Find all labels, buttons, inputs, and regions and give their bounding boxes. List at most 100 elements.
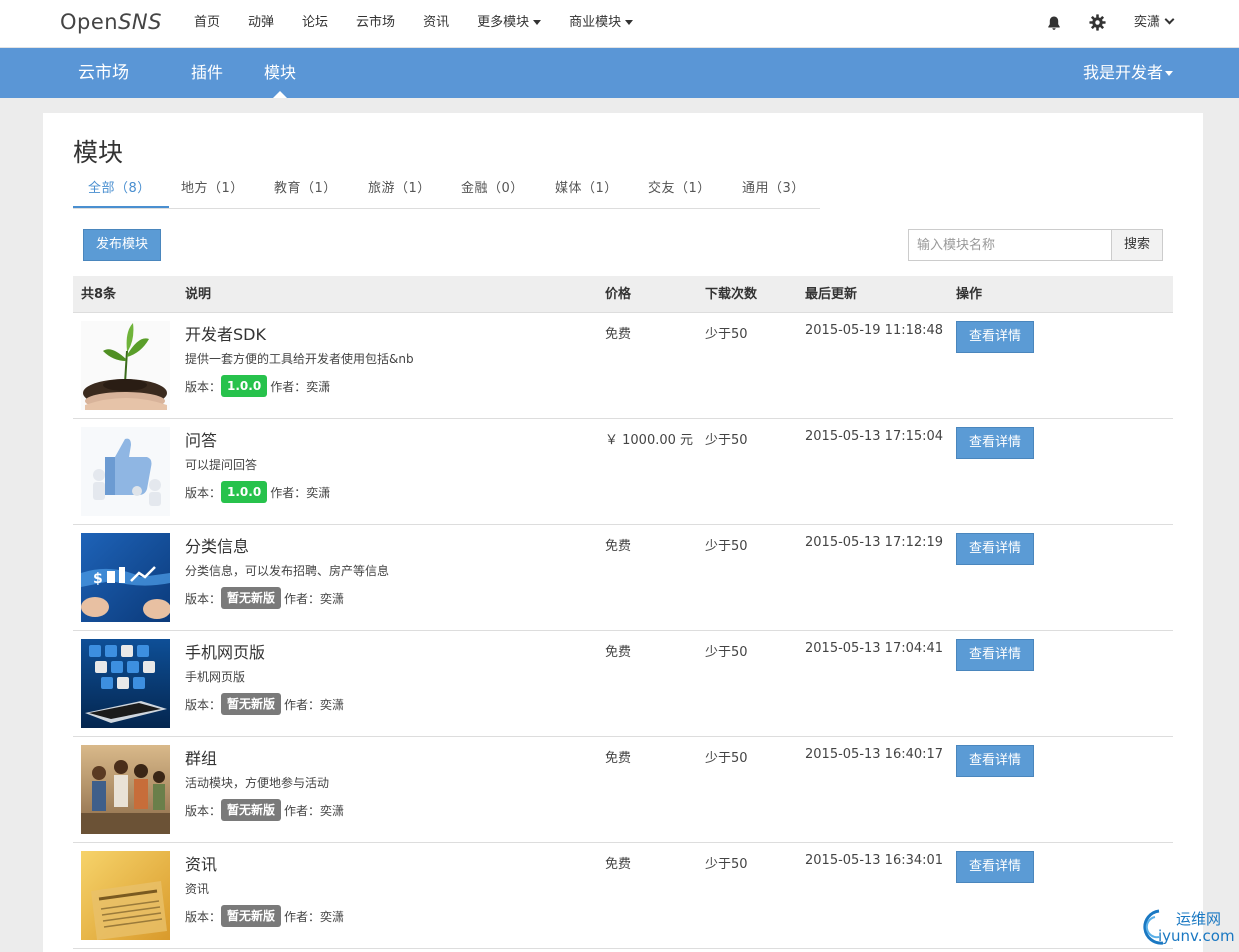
nav-business-modules-label: 商业模块 bbox=[569, 15, 622, 30]
nav-cloud-market[interactable]: 云市场 bbox=[342, 0, 409, 48]
last-updated: 2015-05-13 17:04:41 bbox=[805, 641, 944, 656]
nav-news[interactable]: 资讯 bbox=[409, 0, 463, 48]
tab-local[interactable]: 地方（1） bbox=[181, 175, 244, 208]
logo-sns: SNS bbox=[118, 10, 162, 34]
module-meta: 版本： 暂无新版 作者：奕潇 bbox=[185, 799, 344, 821]
subnav-brand[interactable]: 云市场 bbox=[78, 48, 129, 98]
sub-navbar: 云市场 插件 模块 我是开发者 bbox=[0, 48, 1239, 98]
view-details-button[interactable]: 查看详情 bbox=[956, 533, 1034, 565]
tab-finance[interactable]: 金融（0） bbox=[461, 175, 524, 208]
downloads: 少于50 bbox=[705, 857, 748, 872]
nav-more-modules-label: 更多模块 bbox=[477, 15, 530, 30]
tab-dating[interactable]: 交友（1） bbox=[648, 175, 711, 208]
header-downloads: 下载次数 bbox=[705, 287, 758, 302]
downloads: 少于50 bbox=[705, 327, 748, 342]
last-updated: 2015-05-19 11:18:48 bbox=[805, 323, 944, 338]
group-photo-thumbnail[interactable] bbox=[81, 745, 170, 834]
thumbs-up-thumbnail[interactable] bbox=[81, 427, 170, 516]
table-header: 共8条 说明 价格 下载次数 最后更新 操作 bbox=[73, 276, 1173, 313]
module-title[interactable]: 群组 bbox=[185, 745, 217, 769]
module-description: 可以提问回答 bbox=[185, 458, 258, 472]
downloads: 少于50 bbox=[705, 539, 748, 554]
version-label: 版本： bbox=[185, 697, 222, 712]
tab-education[interactable]: 教育（1） bbox=[274, 175, 337, 208]
tab-all[interactable]: 全部（8） bbox=[73, 175, 169, 208]
user-menu[interactable]: 奕潇 bbox=[1134, 0, 1175, 46]
author: 作者：奕潇 bbox=[284, 909, 345, 924]
sprout-thumbnail[interactable] bbox=[81, 321, 170, 410]
author: 作者：奕潇 bbox=[284, 697, 345, 712]
version-badge: 暂无新版 bbox=[221, 799, 282, 821]
module-meta: 版本： 1.0.0 作者：奕潇 bbox=[185, 481, 330, 503]
module-meta: 版本： 暂无新版 作者：奕潇 bbox=[185, 587, 344, 609]
version-badge: 暂无新版 bbox=[221, 905, 282, 927]
watermark-url: iyunv.com bbox=[1158, 927, 1235, 945]
version-label: 版本： bbox=[185, 379, 222, 394]
module-description: 活动模块，方便地参与活动 bbox=[185, 776, 330, 790]
version-label: 版本： bbox=[185, 591, 222, 606]
version-badge: 1.0.0 bbox=[221, 375, 268, 397]
caret-down-icon bbox=[625, 20, 634, 25]
downloads: 少于50 bbox=[705, 645, 748, 660]
price: 免费 bbox=[605, 857, 632, 872]
author: 作者：奕潇 bbox=[284, 803, 345, 818]
nav-business-modules[interactable]: 商业模块 bbox=[555, 0, 647, 48]
view-details-button[interactable]: 查看详情 bbox=[956, 321, 1034, 353]
last-updated: 2015-05-13 17:12:19 bbox=[805, 535, 944, 550]
nav-weibo[interactable]: 动弹 bbox=[234, 0, 288, 48]
search-button[interactable]: 搜索 bbox=[1111, 229, 1163, 261]
view-details-button[interactable]: 查看详情 bbox=[956, 427, 1034, 459]
view-details-button[interactable]: 查看详情 bbox=[956, 639, 1034, 671]
category-tabs: 全部（8） 地方（1） 教育（1） 旅游（1） 金融（0） 媒体（1） 交友（1… bbox=[73, 175, 820, 209]
header-count: 共8条 bbox=[81, 287, 117, 302]
tab-travel[interactable]: 旅游（1） bbox=[368, 175, 431, 208]
price: ￥ 1000.00 元 bbox=[605, 433, 694, 448]
price: 免费 bbox=[605, 539, 632, 554]
module-title[interactable]: 资讯 bbox=[185, 851, 217, 875]
module-title[interactable]: 开发者SDK bbox=[185, 321, 266, 345]
module-title[interactable]: 问答 bbox=[185, 427, 217, 451]
version-label: 版本： bbox=[185, 485, 222, 500]
header-actions: 操作 bbox=[956, 287, 983, 302]
nav-more-modules[interactable]: 更多模块 bbox=[463, 0, 555, 48]
downloads: 少于50 bbox=[705, 751, 748, 766]
author: 作者：奕潇 bbox=[270, 379, 331, 394]
tab-media[interactable]: 媒体（1） bbox=[555, 175, 618, 208]
table-row: 群组 活动模块，方便地参与活动 版本： 暂无新版 作者：奕潇 免费 少于50 2… bbox=[73, 737, 1173, 843]
module-description: 手机网页版 bbox=[185, 670, 246, 684]
module-title[interactable]: 分类信息 bbox=[185, 533, 249, 557]
last-updated: 2015-05-13 16:40:17 bbox=[805, 747, 944, 762]
view-details-button[interactable]: 查看详情 bbox=[956, 745, 1034, 777]
price: 免费 bbox=[605, 327, 632, 342]
bell-icon[interactable] bbox=[1046, 15, 1062, 31]
watermark-text: 运维网 bbox=[1176, 910, 1222, 928]
module-meta: 版本： 1.0.0 作者：奕潇 bbox=[185, 375, 330, 397]
version-badge: 暂无新版 bbox=[221, 587, 282, 609]
developer-menu[interactable]: 我是开发者 bbox=[1083, 48, 1174, 98]
mobile-apps-thumbnail[interactable] bbox=[81, 639, 170, 728]
version-badge: 1.0.0 bbox=[221, 481, 268, 503]
subnav-modules-label: 模块 bbox=[264, 63, 297, 82]
version-label: 版本： bbox=[185, 803, 222, 818]
nav-home[interactable]: 首页 bbox=[180, 0, 234, 48]
author: 作者：奕潇 bbox=[284, 591, 345, 606]
nav-forum[interactable]: 论坛 bbox=[288, 0, 342, 48]
tab-general[interactable]: 通用（3） bbox=[742, 175, 805, 208]
active-indicator bbox=[273, 91, 287, 98]
author: 作者：奕潇 bbox=[270, 485, 331, 500]
opensns-logo[interactable]: OpenSNS bbox=[60, 10, 162, 34]
price: 免费 bbox=[605, 645, 632, 660]
gear-icon[interactable] bbox=[1089, 14, 1106, 31]
newspaper-thumbnail[interactable] bbox=[81, 851, 170, 940]
publish-module-button[interactable]: 发布模块 bbox=[83, 229, 161, 261]
module-meta: 版本： 暂无新版 作者：奕潇 bbox=[185, 905, 344, 927]
subnav-modules[interactable]: 模块 bbox=[264, 48, 296, 98]
module-search-input[interactable] bbox=[908, 229, 1112, 261]
business-thumbnail[interactable]: $ bbox=[81, 533, 170, 622]
subnav-plugins[interactable]: 插件 bbox=[191, 48, 223, 98]
version-label: 版本： bbox=[185, 909, 222, 924]
module-title[interactable]: 手机网页版 bbox=[185, 639, 265, 663]
header-description: 说明 bbox=[185, 287, 212, 302]
view-details-button[interactable]: 查看详情 bbox=[956, 851, 1034, 883]
svg-text:$: $ bbox=[93, 571, 103, 587]
